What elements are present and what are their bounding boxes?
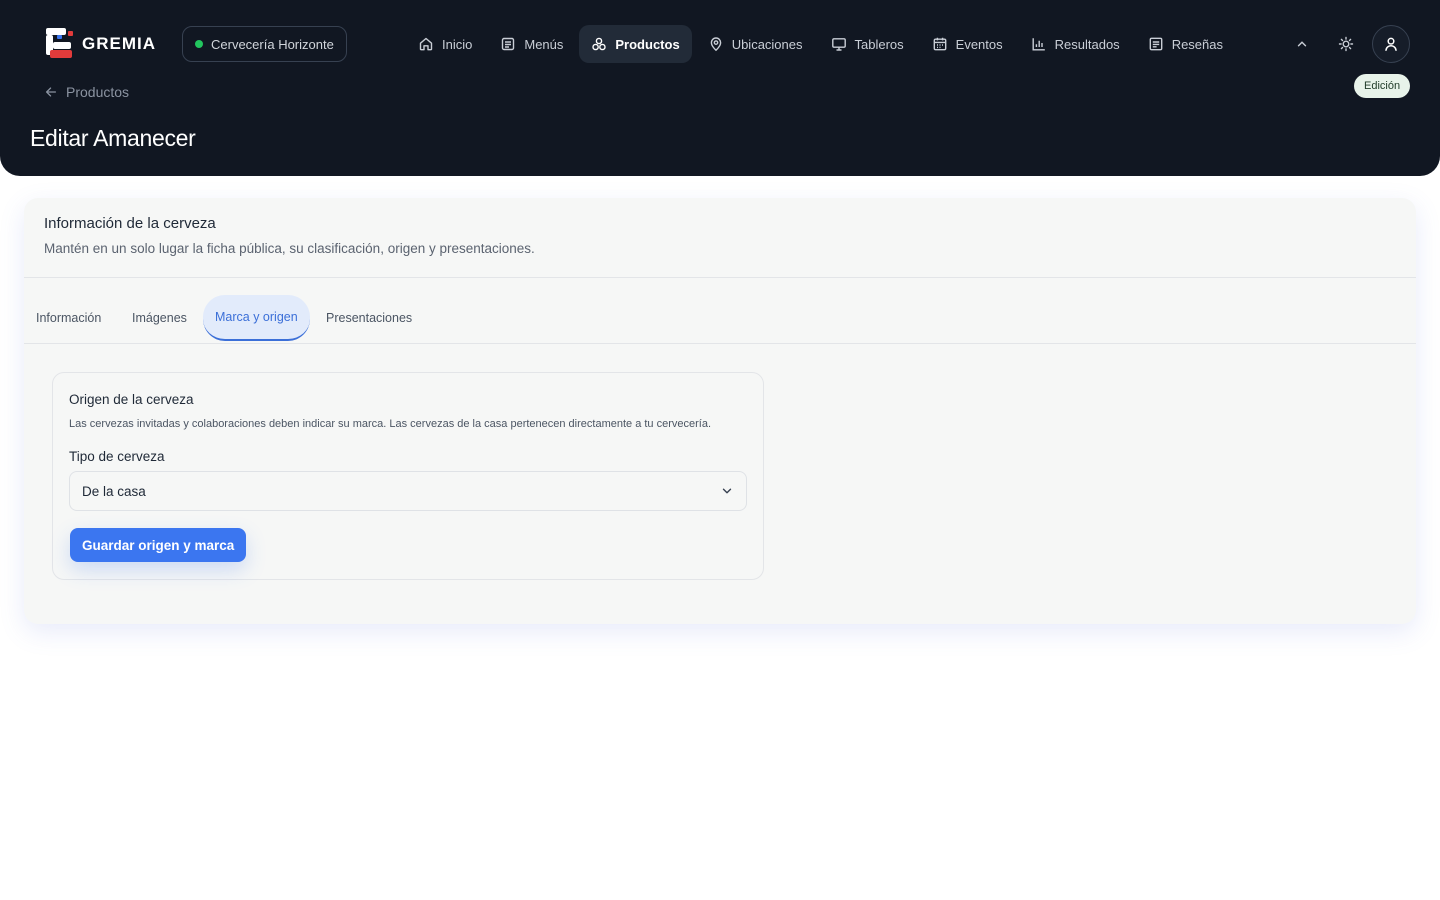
card-subtitle: Mantén en un solo lugar la ficha pública…	[44, 241, 535, 256]
tab-presentaciones[interactable]: Presentaciones	[314, 295, 424, 341]
home-icon	[419, 37, 433, 51]
beer-type-selected-value: De la casa	[82, 483, 146, 499]
tab-marca-y-origen[interactable]: Marca y origen	[203, 295, 310, 341]
chevron-down-icon	[722, 488, 732, 494]
nav-label: Productos	[615, 36, 680, 52]
nav-item-resenas[interactable]: Reseñas	[1136, 25, 1235, 63]
nav-item-inicio[interactable]: Inicio	[406, 25, 484, 63]
beer-type-select[interactable]: De la casa	[69, 471, 747, 511]
origin-panel-description: Las cervezas invitadas y colaboraciones …	[69, 418, 712, 430]
nav-item-menus[interactable]: Menús	[488, 25, 575, 63]
nav-item-productos[interactable]: Productos	[579, 25, 692, 63]
arrow-left-icon	[45, 87, 57, 97]
top-header: GREMIA Cervecería Horizonte Inicio Menús…	[0, 0, 1440, 176]
beer-type-label: Tipo de cerveza	[69, 449, 165, 464]
status-dot-icon	[195, 40, 203, 48]
location-pin-icon	[710, 37, 721, 52]
brewery-selector[interactable]: Cervecería Horizonte	[182, 26, 347, 62]
nav-label: Ubicaciones	[731, 36, 803, 52]
nav-label: Eventos	[955, 36, 1003, 52]
origin-panel: Origen de la cerveza Las cervezas invita…	[52, 372, 764, 580]
page-title: Editar Amanecer	[30, 125, 196, 151]
save-origin-brand-button[interactable]: Guardar origen y marca	[70, 528, 247, 562]
main-nav: Inicio Menús Productos Ubicaciones Table…	[406, 25, 1235, 63]
nav-item-tableros[interactable]: Tableros	[819, 25, 916, 63]
products-icon	[592, 37, 607, 51]
beer-info-card: Información de la cerveza Mantén en un s…	[24, 198, 1416, 624]
nav-label: Tableros	[854, 36, 904, 52]
nav-item-ubicaciones[interactable]: Ubicaciones	[696, 25, 815, 63]
menu-list-icon	[502, 37, 515, 51]
back-link-label: Productos	[66, 84, 130, 100]
calendar-icon	[933, 37, 947, 51]
monitor-icon	[831, 38, 846, 51]
brewery-name: Cervecería Horizonte	[211, 36, 334, 52]
tab-informacion[interactable]: Información	[24, 295, 113, 341]
nav-item-resultados[interactable]: Resultados	[1019, 25, 1132, 63]
card-title: Información de la cerveza	[44, 215, 216, 232]
nav-item-eventos[interactable]: Eventos	[920, 25, 1015, 63]
logo-text: GREMIA	[82, 34, 156, 53]
edit-mode-badge: Edición	[1354, 74, 1411, 98]
origin-panel-title: Origen de la cerveza	[69, 392, 194, 407]
tab-bar: Información Imágenes Marca y origen Pres…	[24, 278, 1416, 344]
gremia-logo[interactable]: GREMIA	[44, 26, 156, 62]
bar-chart-icon	[1032, 38, 1045, 51]
nav-label: Resultados	[1054, 36, 1120, 52]
nav-label: Inicio	[442, 36, 473, 52]
card-header: Información de la cerveza Mantén en un s…	[24, 198, 1416, 278]
collapse-chevron-up-icon[interactable]	[1290, 32, 1314, 56]
theme-toggle-sun-icon[interactable]	[1334, 32, 1358, 56]
user-avatar-icon[interactable]	[1372, 25, 1410, 63]
nav-label: Menús	[524, 36, 564, 52]
review-icon	[1149, 37, 1163, 51]
back-to-products-link[interactable]: Productos	[44, 82, 129, 102]
tab-imagenes[interactable]: Imágenes	[120, 295, 199, 341]
gremia-logo-icon	[46, 28, 73, 58]
nav-label: Reseñas	[1171, 36, 1223, 52]
